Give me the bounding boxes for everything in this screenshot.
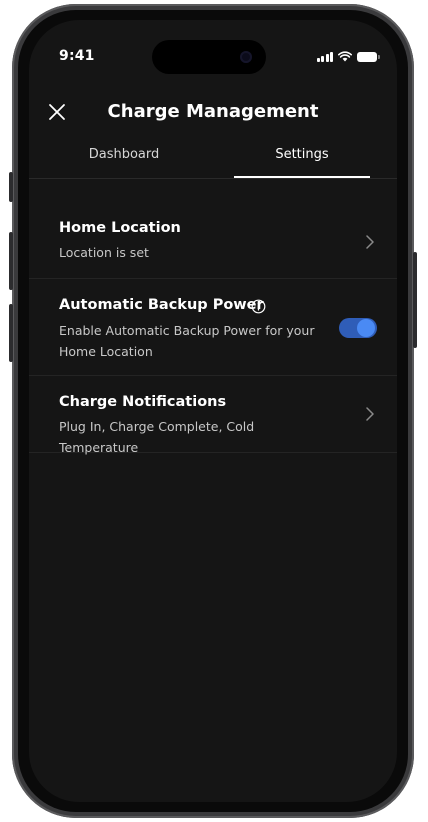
screen: 9:41 Charge Management Dashboard Setting… (29, 20, 397, 802)
backup-power-row: Automatic Backup Power Enable Automatic … (29, 279, 397, 376)
volume-down-button (9, 304, 13, 362)
charge-notifications-title: Charge Notifications (59, 394, 227, 410)
phone-frame: 9:41 Charge Management Dashboard Setting… (9, 4, 417, 818)
battery-icon (357, 52, 380, 62)
chevron-right-icon (366, 407, 374, 421)
tab-bar: Dashboard Settings (29, 138, 397, 179)
action-button (9, 172, 13, 202)
home-location-title: Home Location (59, 220, 181, 236)
home-location-subtitle: Location is set (59, 245, 149, 260)
tab-settings[interactable]: Settings (227, 138, 377, 178)
volume-up-button (9, 232, 13, 290)
backup-power-toggle[interactable] (339, 318, 377, 338)
backup-power-title: Automatic Backup Power (59, 297, 264, 313)
charge-notifications-row[interactable]: Charge Notifications Plug In, Charge Com… (29, 376, 397, 455)
signal-icon (316, 52, 333, 62)
wifi-icon (338, 51, 352, 62)
camera-icon (240, 51, 252, 63)
page-title: Charge Management (107, 101, 319, 122)
chevron-right-icon (366, 235, 374, 249)
backup-power-subtitle: Enable Automatic Backup Power for your H… (59, 323, 315, 359)
close-button[interactable] (43, 98, 71, 126)
status-icons (316, 51, 380, 62)
home-location-row[interactable]: Home Location Location is set (29, 206, 397, 279)
power-button (413, 252, 417, 348)
info-icon[interactable] (251, 299, 266, 314)
charge-notifications-subtitle: Plug In, Charge Complete, Cold Temperatu… (59, 419, 255, 455)
status-time: 9:41 (59, 48, 95, 64)
active-tab-indicator (234, 176, 370, 178)
close-icon (49, 104, 65, 120)
tab-dashboard[interactable]: Dashboard (49, 138, 199, 178)
toggle-knob (357, 319, 375, 337)
dynamic-island (152, 40, 266, 74)
phone-bezel: 9:41 Charge Management Dashboard Setting… (18, 10, 408, 812)
nav-bar: Charge Management (29, 90, 397, 134)
